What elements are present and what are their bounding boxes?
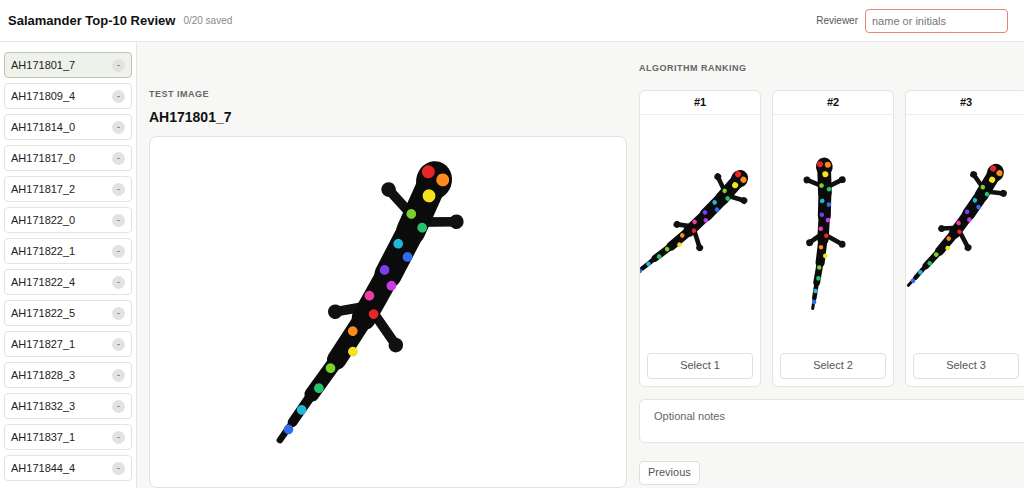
status-badge: -	[112, 431, 125, 444]
sidebar-item[interactable]: AH171814_0-	[4, 114, 132, 140]
sidebar-item[interactable]: AH171837_1-	[4, 424, 132, 450]
status-badge: -	[112, 307, 125, 320]
status-badge: -	[112, 245, 125, 258]
select-button[interactable]: Select 3	[913, 353, 1019, 379]
salamander-photo	[238, 147, 538, 487]
sample-id: AH171809_4	[11, 88, 112, 105]
candidate-card: #1 Select 1	[639, 90, 761, 387]
reviewer-label: Reviewer	[816, 13, 858, 28]
status-badge: -	[112, 90, 125, 103]
rank-label: #1	[640, 91, 760, 115]
previous-button[interactable]: Previous	[639, 461, 700, 485]
sidebar-item[interactable]: AH171822_5-	[4, 300, 132, 326]
candidate-photo	[906, 115, 1024, 353]
status-badge: -	[112, 400, 125, 413]
sidebar-item[interactable]: AH171817_2-	[4, 176, 132, 202]
rank-label: #3	[906, 91, 1024, 115]
rank-label: #2	[773, 91, 893, 115]
sidebar-item[interactable]: AH171801_7-	[4, 52, 132, 78]
sample-id: AH171844_4	[11, 460, 112, 477]
candidate-card: #2 Select 2	[772, 90, 894, 387]
sample-id: AH171801_7	[11, 57, 112, 74]
status-badge: -	[112, 462, 125, 475]
sample-id: AH171817_2	[11, 181, 112, 198]
candidate-photo	[640, 115, 760, 353]
select-button[interactable]: Select 1	[647, 353, 753, 379]
sample-id: AH171817_0	[11, 150, 112, 167]
sample-id: AH171822_1	[11, 243, 112, 260]
sample-id: AH171814_0	[11, 119, 112, 136]
status-badge: -	[112, 121, 125, 134]
candidate-row: #1 Select 1 #2 Select 2 #3 Select 3	[639, 90, 1024, 387]
test-heading: TEST IMAGE	[149, 88, 627, 102]
sidebar-item[interactable]: AH171822_4-	[4, 269, 132, 295]
test-panel: TEST IMAGE AH171801_7	[149, 42, 627, 488]
sample-id: AH171832_3	[11, 398, 112, 415]
reviewer-input[interactable]	[865, 9, 1008, 33]
test-image	[149, 136, 627, 488]
sidebar-item[interactable]: AH171827_1-	[4, 331, 132, 357]
sample-id: AH171822_4	[11, 274, 112, 291]
test-id: AH171801_7	[149, 107, 627, 128]
notes-field[interactable]	[639, 399, 1024, 443]
sample-list: AH171801_7-AH171809_4-AH171814_0-AH17181…	[0, 42, 137, 488]
status-badge: -	[112, 183, 125, 196]
top-bar: Salamander Top-10 Review 0/20 saved Review…	[0, 0, 1024, 42]
app-title: Salamander Top-10 Review	[8, 11, 175, 31]
sample-id: AH171827_1	[11, 336, 112, 353]
sample-id: AH171822_0	[11, 212, 112, 229]
select-button[interactable]: Select 2	[780, 353, 886, 379]
sidebar-item[interactable]: AH171809_4-	[4, 83, 132, 109]
nav-row: Previous	[639, 461, 1024, 485]
saved-count: 0/20 saved	[183, 13, 232, 28]
content: AH171801_7-AH171809_4-AH171814_0-AH17181…	[0, 42, 1024, 488]
sidebar-item[interactable]: AH171822_0-	[4, 207, 132, 233]
status-badge: -	[112, 338, 125, 351]
ranking-panel: ALGORITHM RANKING #1 Select 1 #2 Select 2 #3 S…	[639, 42, 1024, 488]
ranking-heading: ALGORITHM RANKING	[639, 62, 1024, 76]
sample-id: AH171828_3	[11, 367, 112, 384]
status-badge: -	[112, 369, 125, 382]
sidebar-item[interactable]: AH171817_0-	[4, 145, 132, 171]
candidate-photo	[773, 115, 893, 353]
review-area: TEST IMAGE AH171801_7 ALGORITHM RANKING #1 S…	[137, 42, 1024, 488]
status-badge: -	[112, 276, 125, 289]
sidebar-item[interactable]: AH171832_3-	[4, 393, 132, 419]
candidate-card: #3 Select 3	[905, 90, 1024, 387]
sidebar-item[interactable]: AH171844_4-	[4, 455, 132, 481]
sidebar-item[interactable]: AH171822_1-	[4, 238, 132, 264]
sample-id: AH171837_1	[11, 429, 112, 446]
status-badge: -	[112, 59, 125, 72]
sidebar-item[interactable]: AH171828_3-	[4, 362, 132, 388]
status-badge: -	[112, 152, 125, 165]
status-badge: -	[112, 214, 125, 227]
sample-id: AH171822_5	[11, 305, 112, 322]
